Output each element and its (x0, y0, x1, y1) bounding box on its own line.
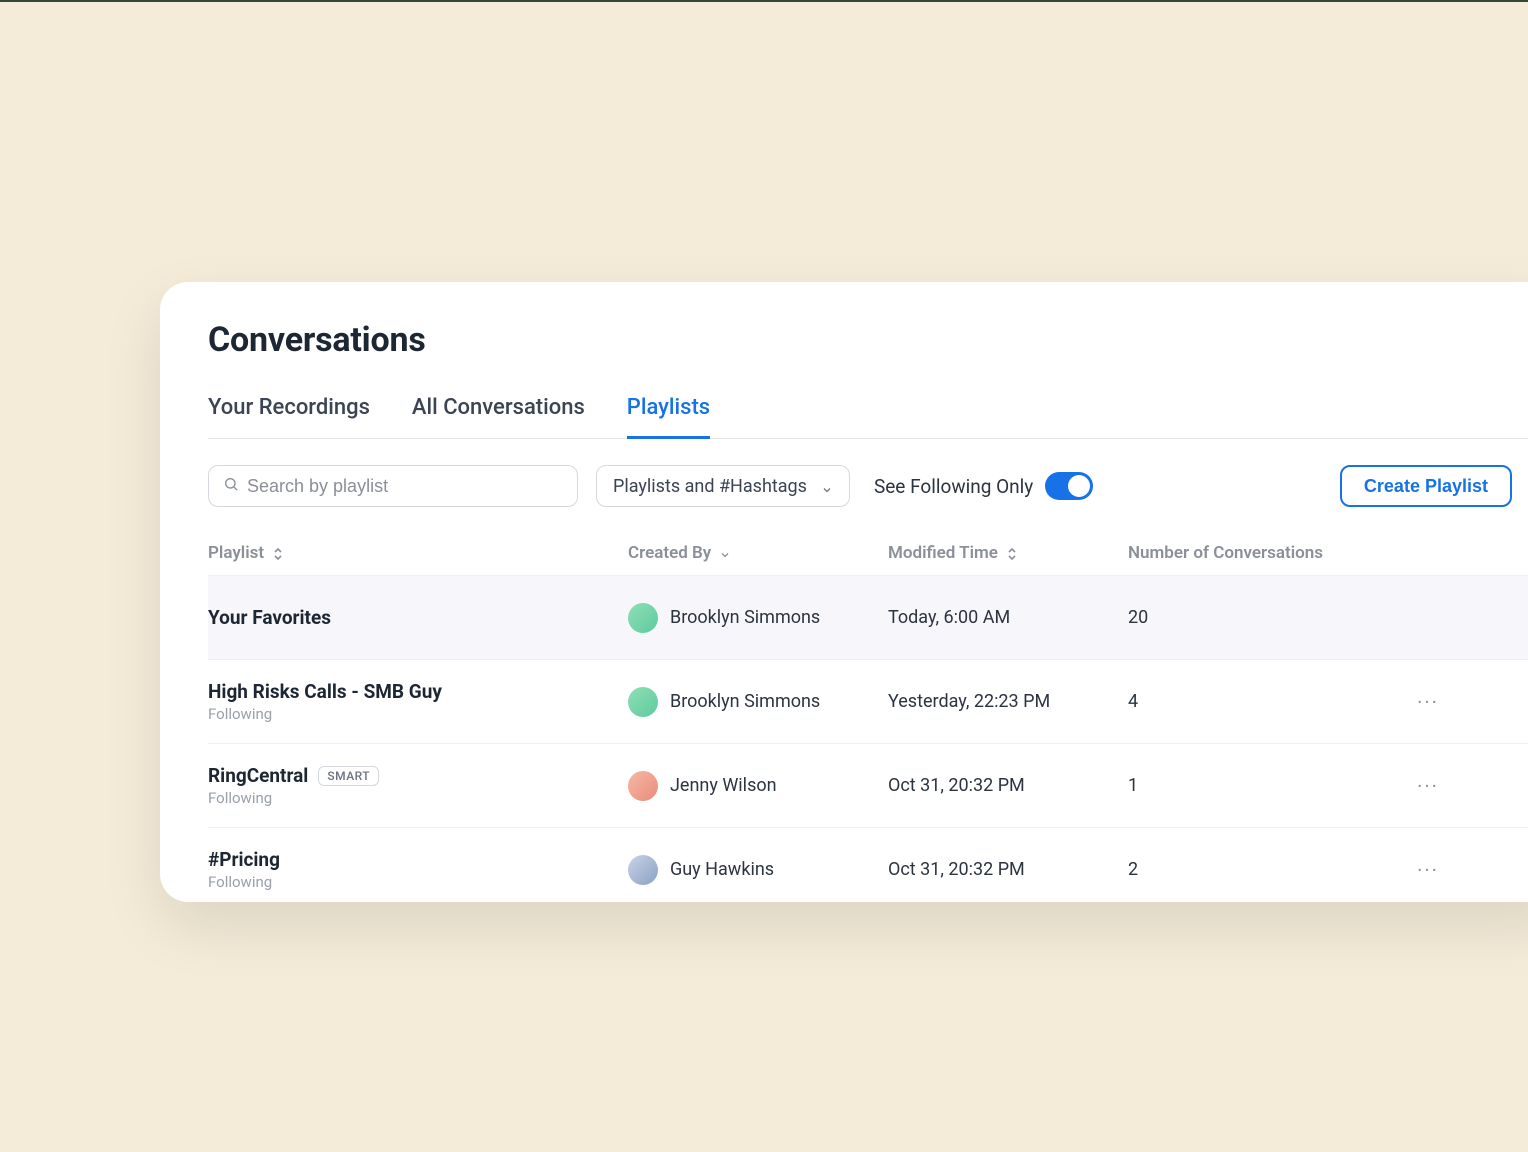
col-count: Number of Conversations (1128, 543, 1388, 563)
search-input[interactable] (247, 476, 563, 497)
col-modified-label: Modified Time (888, 543, 998, 563)
follow-toggle-group: See Following Only (874, 472, 1093, 500)
sort-icon (1006, 546, 1018, 560)
search-field[interactable] (208, 465, 578, 507)
tabs: Your Recordings All Conversations Playlist… (208, 394, 1528, 439)
follow-toggle-label: See Following Only (874, 475, 1033, 498)
table-row[interactable]: #Pricing Following Guy Hawkins Oct 31, 20:3… (208, 828, 1528, 902)
avatar (628, 771, 658, 801)
avatar (628, 603, 658, 633)
avatar (628, 855, 658, 885)
col-playlist[interactable]: Playlist (208, 543, 628, 563)
modified-cell: Yesterday, 22:23 PM (888, 691, 1128, 712)
more-menu-icon[interactable]: ··· (1388, 774, 1468, 798)
playlist-subtext: Following (208, 873, 628, 891)
playlist-name: High Risks Calls - SMB Guy (208, 680, 628, 703)
table-row[interactable]: RingCentralSMART Following Jenny Wilson Oct… (208, 744, 1528, 828)
filter-dropdown-label: Playlists and #Hashtags (613, 476, 807, 497)
count-cell: 20 (1128, 607, 1388, 628)
creator-cell: Jenny Wilson (628, 771, 888, 801)
playlist-name: Your Favorites (208, 606, 628, 629)
chevron-down-icon (719, 546, 731, 560)
follow-toggle[interactable] (1045, 472, 1093, 500)
avatar (628, 687, 658, 717)
create-playlist-button[interactable]: Create Playlist (1340, 465, 1512, 507)
col-count-label: Number of Conversations (1128, 543, 1323, 563)
tab-your-recordings[interactable]: Your Recordings (208, 395, 370, 439)
creator-name: Brooklyn Simmons (670, 607, 820, 628)
tab-playlists[interactable]: Playlists (627, 395, 710, 439)
col-created-by[interactable]: Created By (628, 543, 888, 563)
more-menu-icon[interactable]: ··· (1388, 858, 1468, 882)
creator-name: Jenny Wilson (670, 775, 777, 796)
col-created-by-label: Created By (628, 543, 711, 563)
modified-cell: Oct 31, 20:32 PM (888, 859, 1128, 880)
creator-name: Brooklyn Simmons (670, 691, 820, 712)
playlist-subtext: Following (208, 789, 628, 807)
creator-cell: Brooklyn Simmons (628, 603, 888, 633)
toolbar: Playlists and #Hashtags See Following On… (208, 465, 1528, 507)
count-cell: 1 (1128, 775, 1388, 796)
filter-dropdown[interactable]: Playlists and #Hashtags (596, 465, 850, 507)
playlist-name: #Pricing (208, 848, 628, 871)
more-menu-icon[interactable]: ··· (1388, 690, 1468, 714)
chevron-down-icon (821, 480, 833, 492)
page-title: Conversations (208, 320, 1528, 360)
table-row[interactable]: High Risks Calls - SMB Guy Following Brook… (208, 660, 1528, 744)
conversations-card: Conversations Your Recordings All Convers… (160, 282, 1528, 902)
creator-cell: Guy Hawkins (628, 855, 888, 885)
creator-name: Guy Hawkins (670, 859, 774, 880)
count-cell: 2 (1128, 859, 1388, 880)
table-row[interactable]: Your Favorites Brooklyn Simmons Today, 6:0… (208, 576, 1528, 660)
modified-cell: Today, 6:00 AM (888, 607, 1128, 628)
table-header: Playlist Created By Modified Time Number… (208, 531, 1528, 576)
tab-all-conversations[interactable]: All Conversations (412, 395, 585, 439)
search-icon (223, 476, 239, 496)
col-modified[interactable]: Modified Time (888, 543, 1128, 563)
playlists-table: Playlist Created By Modified Time Number… (208, 531, 1528, 902)
sort-icon (272, 546, 284, 560)
smart-badge: SMART (318, 766, 379, 786)
count-cell: 4 (1128, 691, 1388, 712)
playlist-subtext: Following (208, 705, 628, 723)
playlist-name: RingCentralSMART (208, 764, 628, 787)
modified-cell: Oct 31, 20:32 PM (888, 775, 1128, 796)
creator-cell: Brooklyn Simmons (628, 687, 888, 717)
col-playlist-label: Playlist (208, 543, 264, 563)
